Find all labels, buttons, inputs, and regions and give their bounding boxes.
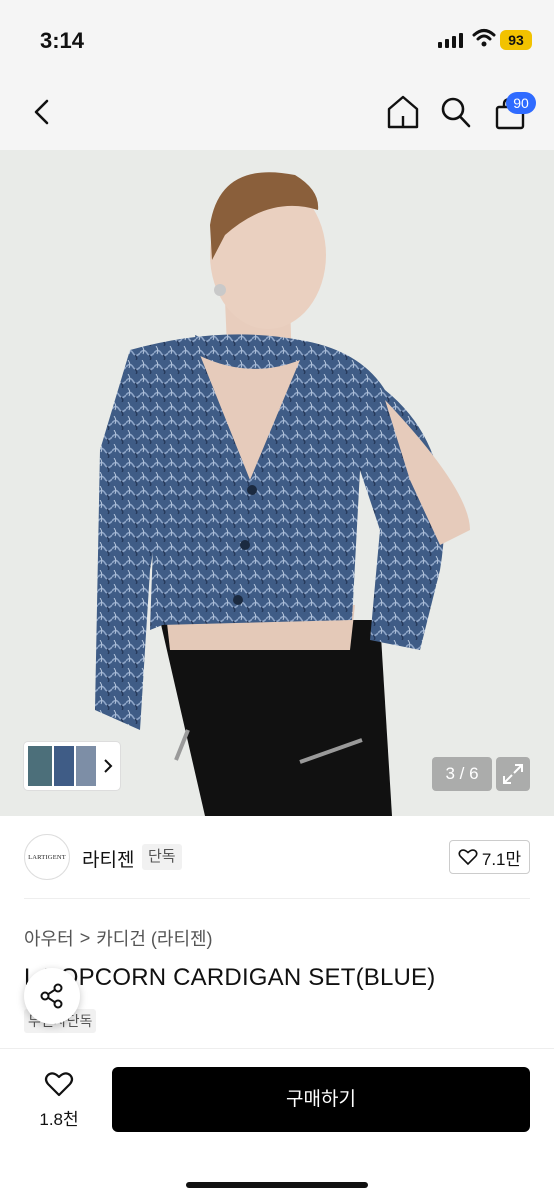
expand-icon — [503, 764, 523, 784]
share-button[interactable] — [24, 968, 80, 1024]
breadcrumb-outer[interactable]: 아우터 — [24, 925, 74, 951]
status-time: 3:14 — [40, 28, 85, 53]
brand-exclusive-badge: 단독 — [142, 844, 182, 870]
wishlist-button[interactable]: 1.8천 — [30, 1070, 88, 1130]
expand-button[interactable] — [496, 757, 530, 791]
thumbnail-2[interactable] — [54, 746, 74, 786]
share-icon — [40, 983, 63, 1009]
product-title: L POPCORN CARDIGAN SET(BLUE) — [24, 964, 436, 991]
heart-icon — [44, 1072, 74, 1097]
brand-logo[interactable]: LARTIGENT — [24, 834, 70, 880]
breadcrumb-separator: > — [79, 927, 91, 948]
breadcrumb: 아우터 > 카디건 (라티젠) — [24, 925, 213, 951]
product-photo-illustration — [0, 150, 554, 816]
cellular-signal-icon — [438, 33, 463, 48]
heart-icon — [458, 849, 478, 866]
cart-count-badge: 90 — [506, 92, 536, 114]
product-image[interactable] — [0, 150, 554, 816]
brand-name[interactable]: 라티젠 — [82, 845, 134, 872]
battery-indicator: 93 — [500, 30, 532, 50]
wishlist-count: 1.8천 — [39, 1110, 79, 1129]
thumbnail-strip[interactable] — [24, 742, 120, 790]
wifi-icon — [472, 29, 496, 47]
brand-like-button[interactable]: 7.1만 — [449, 840, 530, 874]
home-indicator — [186, 1182, 368, 1188]
home-icon[interactable] — [386, 94, 420, 130]
breadcrumb-cardigan[interactable]: 카디건 (라티젠) — [96, 925, 212, 951]
search-icon[interactable] — [440, 96, 472, 130]
divider — [24, 898, 530, 899]
brand-like-count: 7.1만 — [481, 849, 522, 869]
chevron-right-icon[interactable] — [102, 758, 114, 774]
image-pager: 3 / 6 — [432, 757, 492, 791]
buy-button[interactable]: 구매하기 — [112, 1067, 530, 1132]
thumbnail-1[interactable] — [28, 746, 52, 786]
thumbnail-3[interactable] — [76, 746, 96, 786]
chevron-left-icon[interactable] — [32, 98, 52, 126]
